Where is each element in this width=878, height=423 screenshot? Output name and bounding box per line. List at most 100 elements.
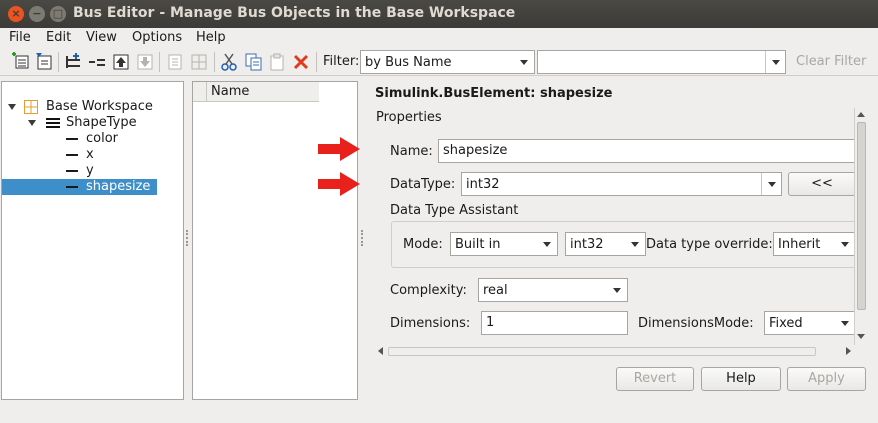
list-header-name[interactable]: Name <box>211 84 249 99</box>
override-dropdown[interactable]: Inherit <box>773 232 856 256</box>
list-header: Name <box>193 82 319 102</box>
toolbar-separator <box>214 52 215 72</box>
expand-arrow-icon[interactable] <box>28 120 36 126</box>
chevron-down-icon <box>514 51 534 73</box>
name-value: shapesize <box>443 143 508 158</box>
paste-icon[interactable] <box>267 52 287 72</box>
menu-help[interactable]: Help <box>196 30 226 45</box>
import-icon[interactable] <box>33 52 53 72</box>
tree-item-label: shapesize <box>86 179 151 194</box>
filter-text-combo[interactable] <box>537 50 786 74</box>
cut-icon[interactable] <box>219 52 239 72</box>
tree-item-label: color <box>86 131 119 146</box>
filter-type-dropdown[interactable]: by Bus Name <box>360 50 535 74</box>
complexity-label: Complexity: <box>390 283 467 298</box>
element-icon <box>66 170 78 172</box>
chevron-down-icon <box>761 173 781 195</box>
scroll-down-icon[interactable] <box>857 334 865 339</box>
help-button[interactable]: Help <box>701 367 781 391</box>
datatype-value: int32 <box>466 177 500 192</box>
dimensions-value: 1 <box>486 315 495 330</box>
toolbar: Filter: by Bus Name Clear Filter <box>0 48 878 76</box>
toolbar-separator <box>58 52 59 72</box>
arrow-icon <box>318 137 360 165</box>
scroll-up-icon[interactable] <box>857 112 865 117</box>
menu-options[interactable]: Options <box>132 30 182 45</box>
minimize-window-button[interactable]: − <box>29 6 45 22</box>
override-value: Inherit <box>778 237 821 252</box>
dimensions-field[interactable]: 1 <box>481 311 628 335</box>
title-bar: × − □ Bus Editor - Manage Bus Objects in… <box>0 0 878 28</box>
chevron-down-icon <box>537 233 557 255</box>
datatype-combo[interactable]: int32 <box>461 172 782 196</box>
element-icon <box>66 154 78 156</box>
filter-type-value: by Bus Name <box>365 55 452 70</box>
show-assistant-button[interactable]: << <box>788 172 856 196</box>
edit-icon[interactable] <box>165 52 185 72</box>
assistant-label: Data Type Assistant <box>390 203 519 218</box>
mode-label: Mode: <box>403 237 443 252</box>
panel-splitter[interactable] <box>361 230 363 246</box>
horizontal-scrollbar[interactable] <box>376 345 854 358</box>
chevron-down-icon <box>835 233 855 255</box>
move-up-icon[interactable] <box>111 52 131 72</box>
mode-value: Built in <box>455 237 501 252</box>
tree-item-x[interactable]: x <box>2 147 183 163</box>
remove-element-icon[interactable] <box>87 52 107 72</box>
tree-item-y[interactable]: y <box>2 163 183 179</box>
datatype-label: DataType: <box>390 177 456 192</box>
element-list[interactable]: Name <box>192 81 358 400</box>
vertical-scroll-thumb[interactable] <box>857 122 866 310</box>
arrow-icon <box>318 172 360 200</box>
revert-button[interactable]: Revert <box>616 367 694 391</box>
tree-item-label: x <box>86 147 94 162</box>
toolbar-separator <box>159 52 160 72</box>
mode-dropdown[interactable]: Built in <box>450 232 558 256</box>
menu-edit[interactable]: Edit <box>46 30 71 45</box>
scroll-left-icon[interactable] <box>378 347 383 355</box>
tree-item-shapesize[interactable]: shapesize <box>2 179 157 195</box>
delete-icon[interactable] <box>291 52 311 72</box>
name-label: Name: <box>390 144 433 159</box>
move-down-icon[interactable] <box>135 52 155 72</box>
dimensions-mode-label: DimensionsMode: <box>638 316 754 331</box>
workspace-tree[interactable]: Base Workspace ShapeType color x y shape… <box>1 81 184 400</box>
filter-label: Filter: <box>323 54 360 69</box>
mode-type-dropdown[interactable]: int32 <box>565 232 646 256</box>
tree-item-label: y <box>86 163 94 178</box>
dimensions-mode-dropdown[interactable]: Fixed <box>764 311 856 335</box>
complexity-value: real <box>483 283 508 298</box>
clear-filter-button[interactable]: Clear Filter <box>796 54 866 69</box>
vertical-scrollbar[interactable] <box>854 108 867 345</box>
scroll-right-icon[interactable] <box>846 347 851 355</box>
window-title: Bus Editor - Manage Bus Objects in the B… <box>73 5 516 21</box>
grid-icon[interactable] <box>189 52 209 72</box>
element-icon <box>66 138 78 140</box>
new-bus-icon[interactable] <box>10 52 30 72</box>
properties-heading: Simulink.BusElement: shapesize <box>375 86 613 101</box>
complexity-dropdown[interactable]: real <box>478 278 628 302</box>
chevron-down-icon <box>607 279 627 301</box>
maximize-window-button[interactable]: □ <box>50 6 66 22</box>
panel-splitter[interactable] <box>186 230 188 246</box>
properties-group-label: Properties <box>376 110 442 125</box>
menu-bar: File Edit View Options Help <box>0 28 878 48</box>
tree-item-label: Base Workspace <box>46 99 153 114</box>
override-label: Data type override: <box>646 237 773 252</box>
chevron-down-icon <box>625 233 645 255</box>
apply-button[interactable]: Apply <box>787 367 866 391</box>
list-header-blank <box>193 82 207 102</box>
horizontal-scroll-thumb[interactable] <box>388 347 816 356</box>
tree-item-color[interactable]: color <box>2 131 183 147</box>
name-field[interactable]: shapesize <box>438 139 856 163</box>
close-window-button[interactable]: × <box>8 6 24 22</box>
add-element-icon[interactable] <box>63 52 83 72</box>
toolbar-separator <box>316 52 317 72</box>
menu-view[interactable]: View <box>86 30 117 45</box>
expand-arrow-icon[interactable] <box>8 104 16 110</box>
tree-item-base-workspace[interactable]: Base Workspace <box>2 99 183 115</box>
copy-icon[interactable] <box>243 52 263 72</box>
element-icon <box>66 186 78 188</box>
tree-item-shapetype[interactable]: ShapeType <box>2 115 183 131</box>
menu-file[interactable]: File <box>9 30 31 45</box>
